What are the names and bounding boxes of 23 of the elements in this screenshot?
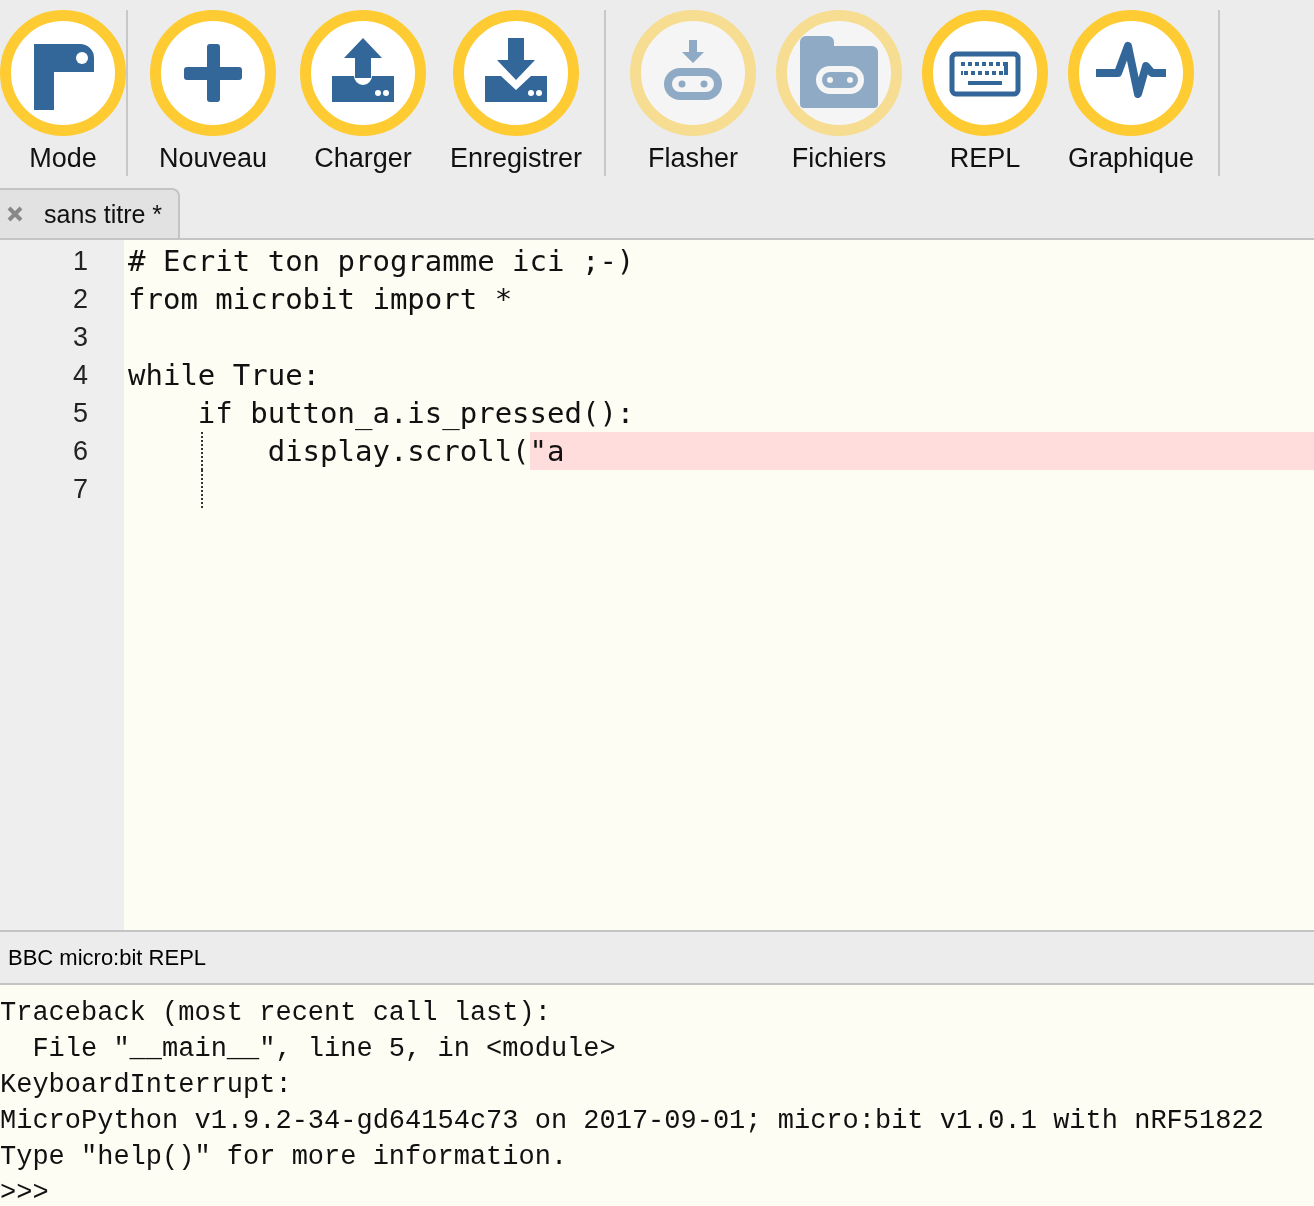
repl-output-line: Traceback (most recent call last):	[0, 997, 552, 1030]
tab-label: sans titre *	[44, 199, 163, 229]
line-number: 4	[71, 359, 89, 392]
line-number: 6	[71, 435, 89, 468]
code-line: display.scroll(	[266, 433, 530, 470]
line-number: 7	[71, 473, 89, 506]
file-tab[interactable]: sans titre *	[0, 188, 181, 238]
repl-output-line: KeyboardInterrupt:	[0, 1069, 293, 1102]
error-highlight: "a	[529, 432, 1314, 470]
line-number: 2	[71, 283, 89, 316]
close-icon[interactable]	[6, 205, 24, 223]
code-line: if button_a.is_pressed():	[196, 395, 635, 432]
repl-output-line: MicroPython v1.9.2-34-gd64154c73 on 2017-09-01; micro:bit v1.0.1 with nRF51822	[0, 1105, 1265, 1138]
repl-output-line: >>>	[0, 1177, 50, 1206]
line-number: 1	[71, 245, 89, 278]
line-number: 5	[71, 397, 89, 430]
line-number: 3	[71, 321, 89, 354]
code-line: # Ecrit ton programme ici ;-)	[128, 243, 635, 280]
repl-title: BBC micro:bit REPL	[8, 944, 207, 971]
repl-output-line: File "__main__", line 5, in <module>	[31, 1033, 617, 1066]
repl-output-line: Type "help()" for more information.	[0, 1141, 569, 1174]
code-line: from microbit import *	[128, 281, 513, 318]
code-line: while True:	[128, 357, 321, 394]
